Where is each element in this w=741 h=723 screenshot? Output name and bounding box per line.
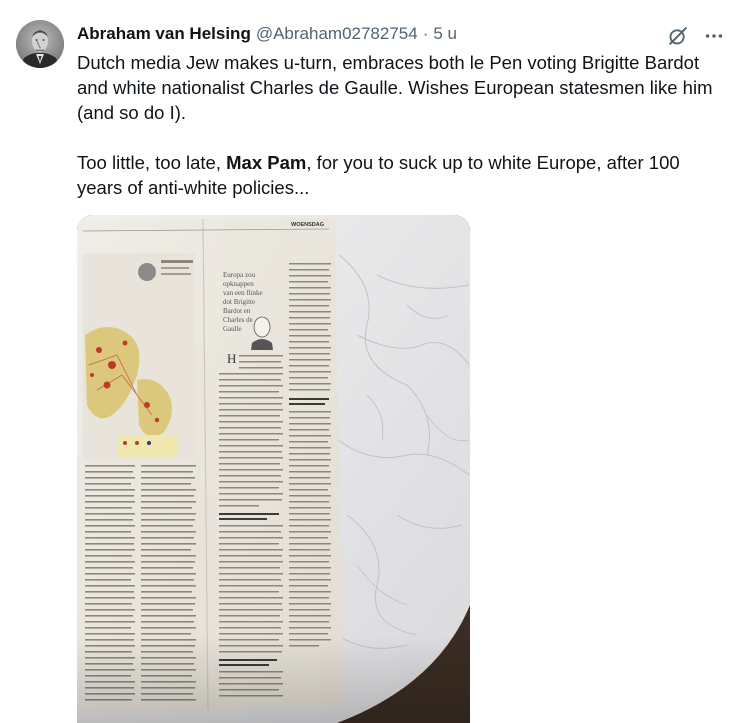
tweet-timestamp[interactable]: 5 u bbox=[433, 22, 457, 46]
tweet-card[interactable]: Abraham van Helsing @Abraham02782754 · 5… bbox=[0, 0, 741, 723]
tweet-media-photo[interactable]: WOENSDAG Europa zou opknappen van een fl… bbox=[77, 215, 470, 723]
grok-button[interactable] bbox=[664, 22, 692, 50]
avatar-portrait-image bbox=[16, 20, 64, 68]
header-separator: · bbox=[422, 24, 429, 43]
tweet-text-para2-start: Too little, too late, bbox=[77, 152, 227, 173]
drop-cap: H bbox=[227, 351, 236, 366]
more-dots-icon bbox=[705, 34, 723, 38]
author-handle[interactable]: @Abraham02782754 bbox=[256, 22, 418, 46]
tweet-header: Abraham van Helsing @Abraham02782754 · 5… bbox=[77, 22, 457, 46]
grok-icon bbox=[669, 27, 687, 45]
more-options-button[interactable] bbox=[700, 22, 728, 50]
tweet-text-paragraph-1: Dutch media Jew makes u-turn, embraces b… bbox=[77, 52, 713, 123]
newspaper-header-text: WOENSDAG bbox=[291, 222, 324, 228]
newspaper-photo: WOENSDAG Europa zou opknappen van een fl… bbox=[77, 215, 470, 723]
mentioned-person: Max Pam bbox=[226, 152, 307, 173]
author-display-name[interactable]: Abraham van Helsing bbox=[77, 22, 251, 46]
tweet-text-paragraph-2: Too little, too late, Max Pam, for you t… bbox=[77, 150, 727, 200]
author-avatar[interactable] bbox=[16, 20, 64, 68]
tweet-text: Dutch media Jew makes u-turn, embraces b… bbox=[77, 50, 727, 200]
